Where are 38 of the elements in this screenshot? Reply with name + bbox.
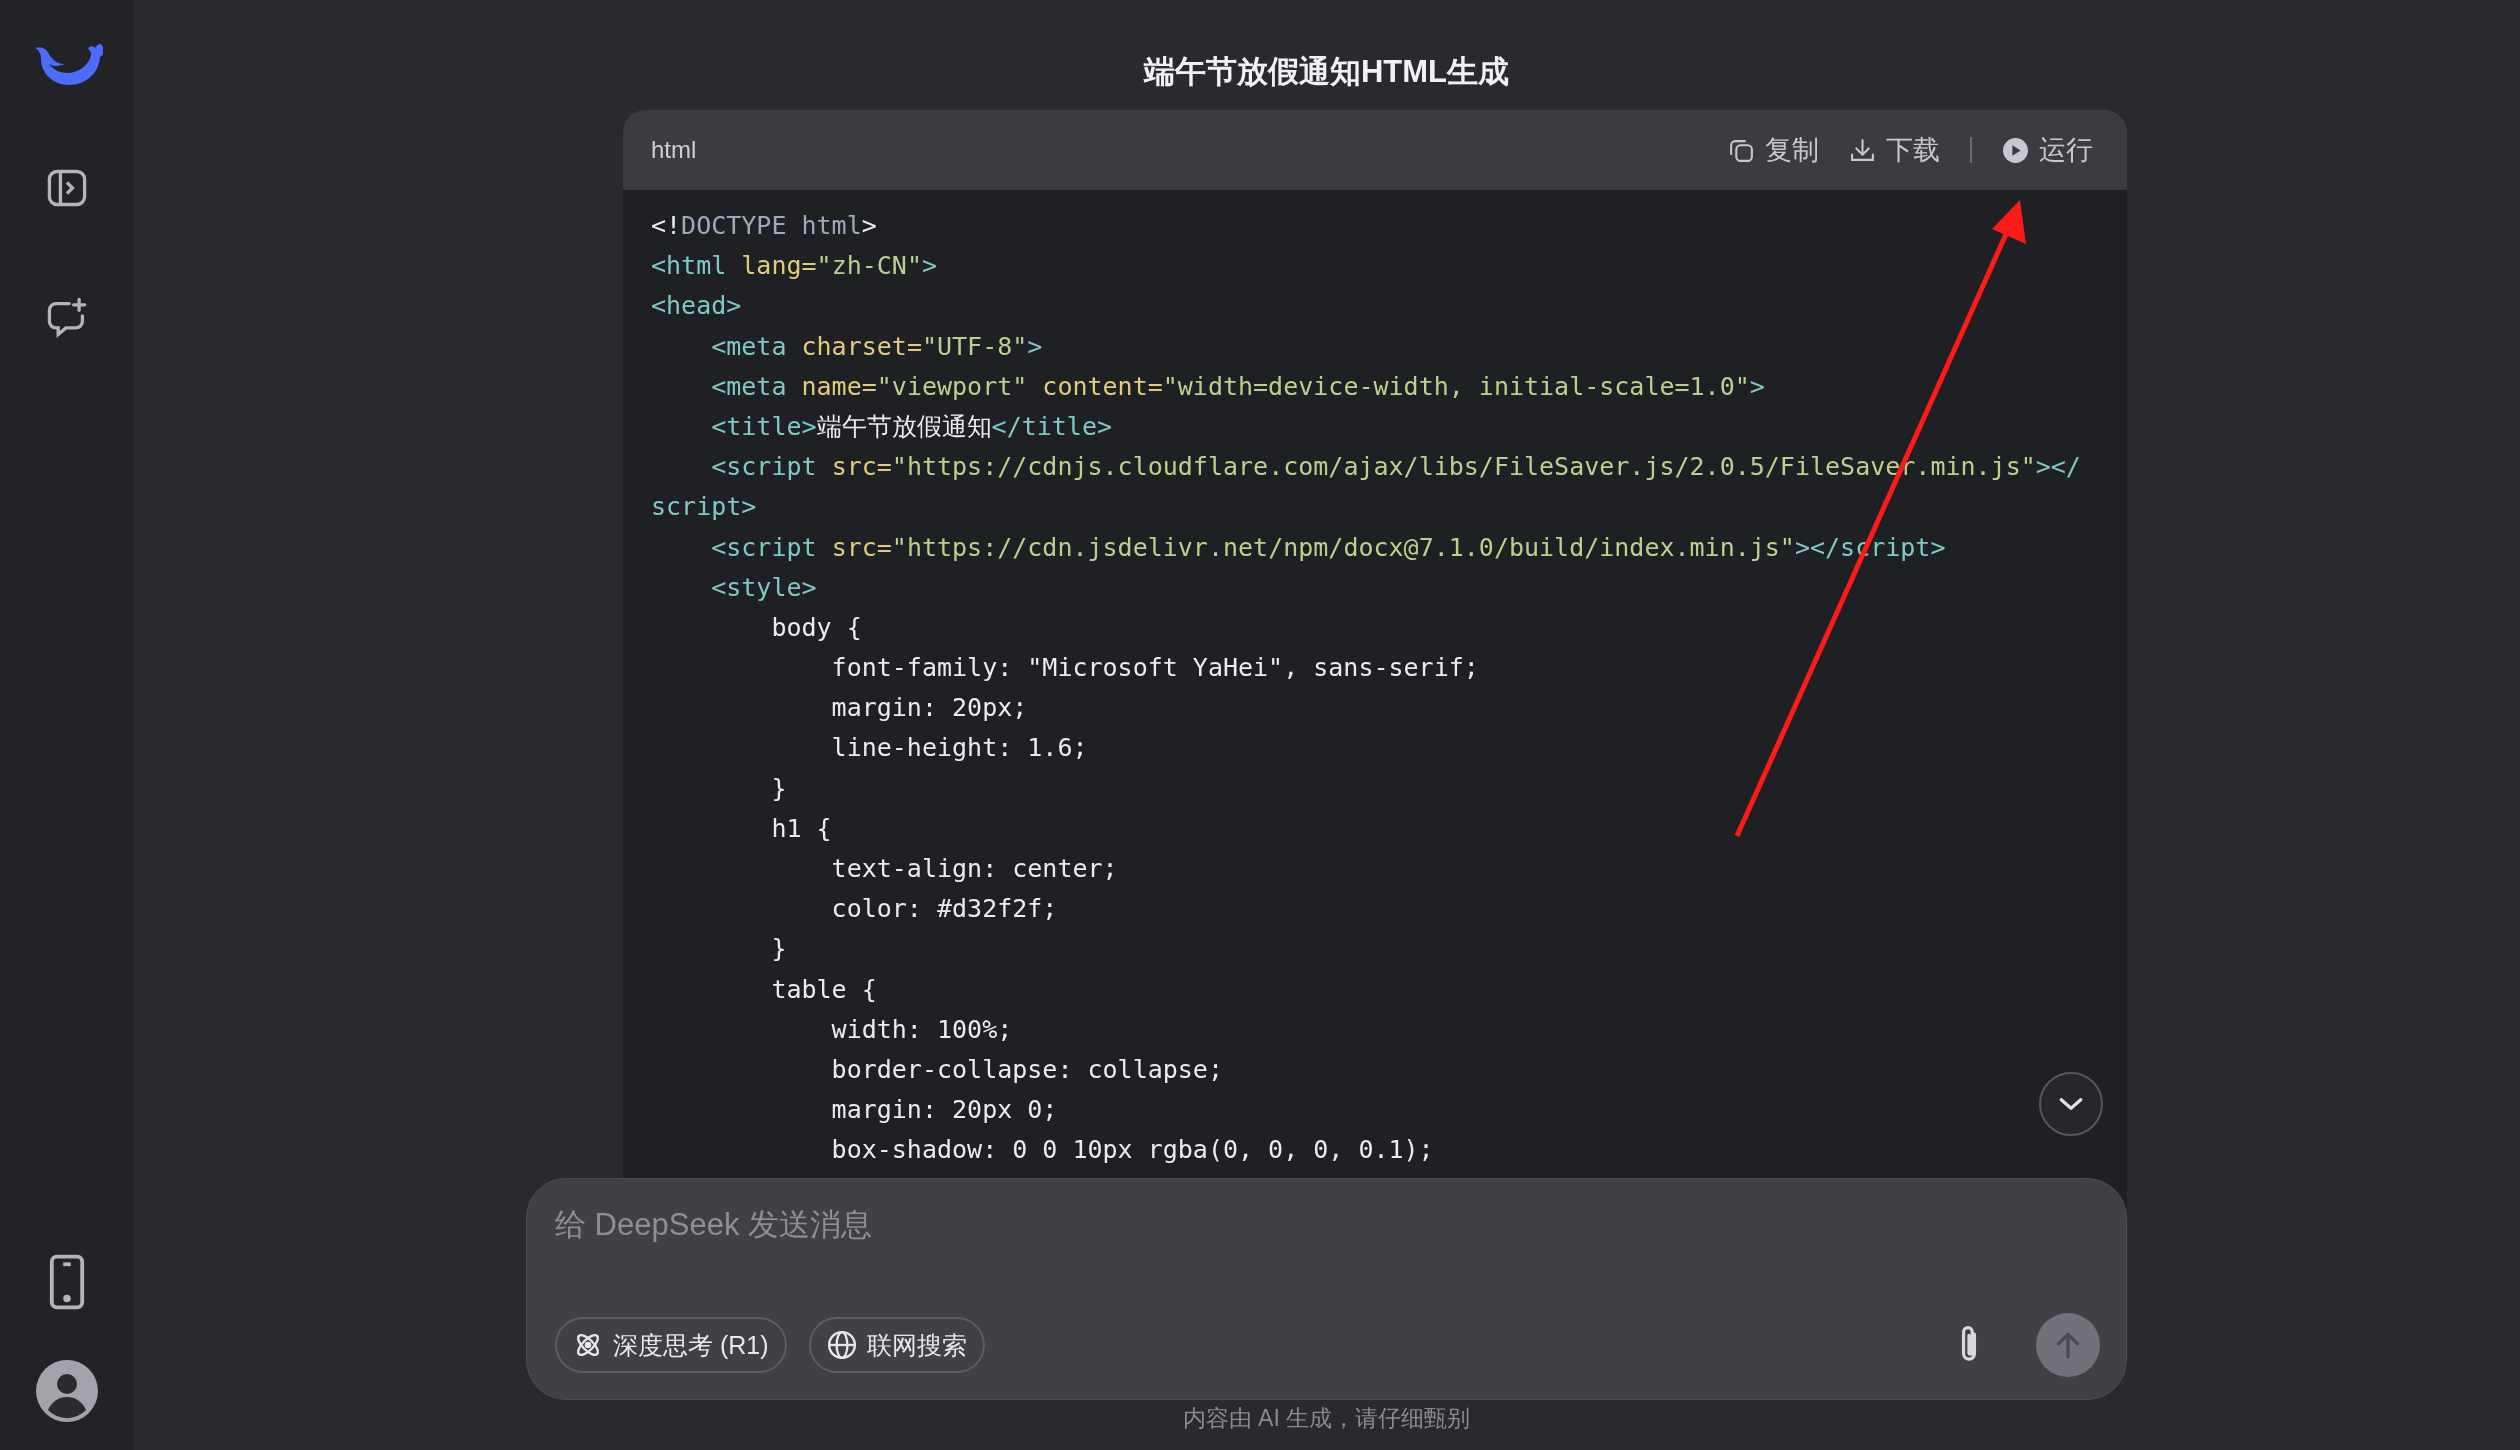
code-line: color: #d32f2f; [830, 893, 1058, 926]
code-line: body { [770, 611, 862, 644]
code-line: margin: 20px 0; [830, 1094, 1058, 1127]
code-line: script> [651, 491, 757, 524]
code-line: font-family: "Microsoft YaHei", sans-serif; [830, 652, 1479, 685]
code-language-label: html [651, 136, 697, 164]
code-line: box-shadow: 0 0 10px rgba(0, 0, 0, 0.1); [830, 1134, 1434, 1167]
deep-think-toggle[interactable]: 深度思考 (R1) [555, 1317, 787, 1373]
download-button[interactable]: 下载 [1849, 132, 1940, 168]
run-button[interactable]: 运行 [2002, 132, 2093, 168]
code-line: <meta charset="UTF-8"> [710, 330, 1043, 363]
code-line: <html lang="zh-CN"> [651, 250, 937, 283]
chevron-down-icon [2058, 1096, 2084, 1112]
code-line: <style> [710, 571, 817, 604]
code-line: width: 100%; [830, 1013, 1013, 1046]
code-line: <head> [651, 290, 742, 323]
mobile-phone-icon[interactable] [47, 1254, 86, 1310]
download-icon [1849, 136, 1876, 164]
disclaimer-text: 内容由 AI 生成，请仔细甄别 [1181, 1404, 1472, 1433]
globe-icon [826, 1330, 857, 1360]
code-line: } [770, 772, 787, 805]
user-avatar-icon[interactable] [35, 1360, 98, 1422]
code-line: table { [770, 973, 877, 1006]
web-search-toggle[interactable]: 联网搜索 [808, 1317, 985, 1373]
code-line: <meta name="viewport" content="width=device-width, initial-scale=1.0"> [710, 370, 1765, 403]
code-line: border-collapse: collapse; [830, 1053, 1223, 1086]
code-line: <!DOCTYPE html> [651, 210, 877, 242]
conversation-title: 端午节放假通知HTML生成 [1142, 53, 1511, 91]
code-line: text-align: center; [830, 853, 1118, 885]
code-line: h1 { [770, 812, 832, 845]
code-line: margin: 20px; [830, 692, 1028, 725]
code-line: line-height: 1.6; [830, 732, 1088, 765]
code-line: } [770, 933, 787, 966]
copy-button[interactable]: 复制 [1728, 132, 1819, 168]
play-icon [2002, 136, 2029, 164]
code-line: <title>端午节放假通知</title> [710, 410, 1112, 443]
message-input[interactable]: 给 DeepSeek 发送消息 [555, 1205, 2100, 1245]
arrow-up-icon [2055, 1330, 2081, 1360]
